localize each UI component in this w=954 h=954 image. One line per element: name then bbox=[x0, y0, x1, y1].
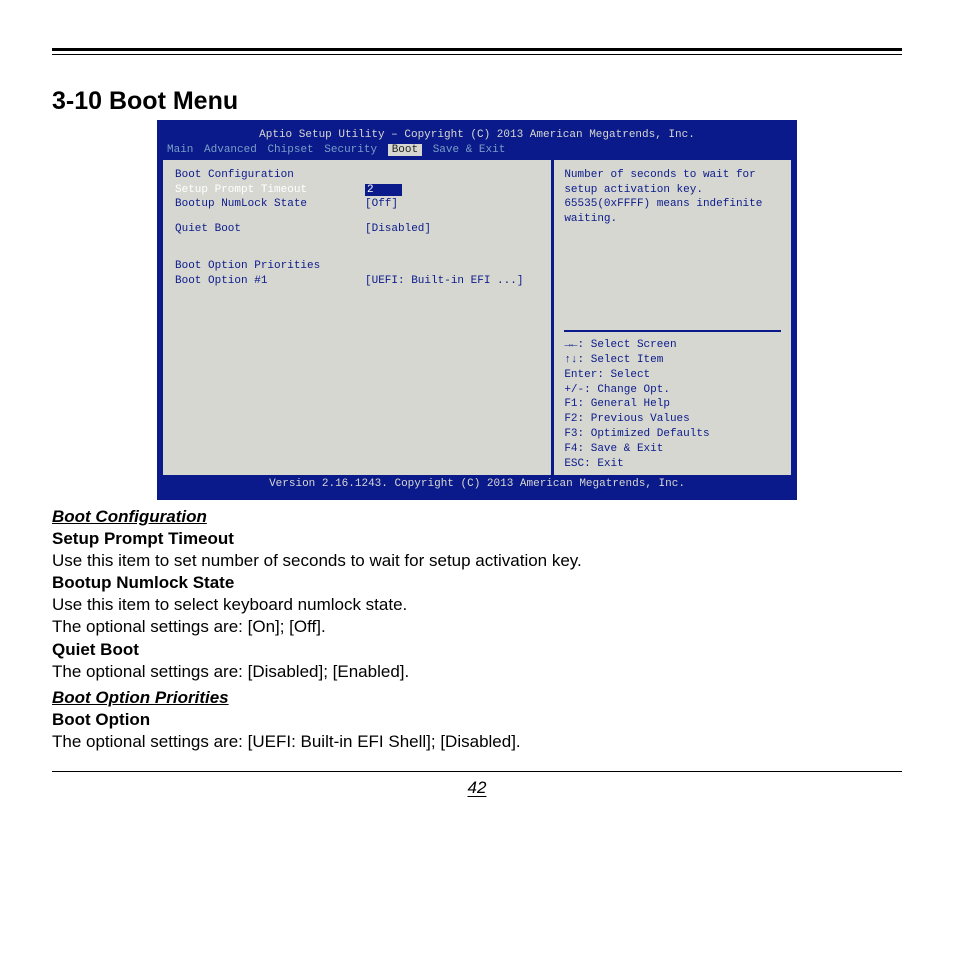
bios-menu-advanced[interactable]: Advanced bbox=[204, 144, 257, 156]
text-quiet-boot: The optional settings are: [Disabled]; [… bbox=[52, 661, 902, 683]
text-bootup-numlock-1: Use this item to select keyboard numlock… bbox=[52, 594, 902, 616]
bios-menu-chipset[interactable]: Chipset bbox=[267, 144, 313, 156]
bios-footer: Version 2.16.1243. Copyright (C) 2013 Am… bbox=[163, 475, 791, 494]
heading-setup-prompt-timeout: Setup Prompt Timeout bbox=[52, 528, 902, 550]
bios-value-quiet-boot: [Disabled] bbox=[365, 222, 431, 237]
bios-menu-main[interactable]: Main bbox=[167, 144, 193, 156]
bios-key-hint: ESC: Exit bbox=[564, 457, 781, 472]
bios-value-boot-option-1: [UEFI: Built-in EFI ...] bbox=[365, 274, 523, 289]
heading-bootup-numlock: Bootup Numlock State bbox=[52, 572, 902, 594]
bios-key-hint: →←: Select Screen bbox=[564, 338, 781, 353]
section-heading: 3-10 Boot Menu bbox=[52, 87, 902, 116]
bios-key-hint: F3: Optimized Defaults bbox=[564, 427, 781, 442]
top-rule bbox=[52, 48, 902, 55]
bios-menu-save-exit[interactable]: Save & Exit bbox=[433, 144, 506, 156]
text-setup-prompt-timeout: Use this item to set number of seconds t… bbox=[52, 550, 902, 572]
heading-boot-option-priorities: Boot Option Priorities bbox=[52, 687, 902, 709]
bios-menubar: Main Advanced Chipset Security Boot Save… bbox=[163, 143, 791, 160]
document-page: 3-10 Boot Menu Aptio Setup Utility – Cop… bbox=[0, 0, 954, 954]
bios-label-setup-prompt: Setup Prompt Timeout bbox=[175, 183, 365, 198]
bios-screenshot: Aptio Setup Utility – Copyright (C) 2013… bbox=[157, 120, 797, 500]
bios-label-boot-option-1: Boot Option #1 bbox=[175, 274, 365, 289]
text-boot-option: The optional settings are: [UEFI: Built-… bbox=[52, 731, 902, 753]
bios-value-setup-prompt: 2 bbox=[365, 183, 402, 198]
bios-key-hint: ↑↓: Select Item bbox=[564, 353, 781, 368]
bios-body: Boot Configuration Setup Prompt Timeout … bbox=[163, 160, 791, 480]
bios-key-hint: F2: Previous Values bbox=[564, 412, 781, 427]
bottom-rule bbox=[52, 771, 902, 772]
heading-quiet-boot: Quiet Boot bbox=[52, 639, 902, 661]
bios-row-setup-prompt[interactable]: Setup Prompt Timeout 2 bbox=[175, 183, 543, 198]
bios-key-hint: F1: General Help bbox=[564, 397, 781, 412]
bios-label-numlock: Bootup NumLock State bbox=[175, 197, 365, 212]
bios-label-quiet-boot: Quiet Boot bbox=[175, 222, 365, 237]
page-number: 42 bbox=[52, 778, 902, 798]
heading-boot-configuration: Boot Configuration bbox=[52, 506, 902, 528]
bios-title: Aptio Setup Utility – Copyright (C) 2013… bbox=[163, 126, 791, 143]
heading-boot-option: Boot Option bbox=[52, 709, 902, 731]
bios-row-numlock[interactable]: Bootup NumLock State [Off] bbox=[175, 197, 543, 212]
doc-body: Boot Configuration Setup Prompt Timeout … bbox=[52, 506, 902, 753]
bios-left-pane: Boot Configuration Setup Prompt Timeout … bbox=[163, 160, 551, 480]
bios-section-boot-config: Boot Configuration bbox=[175, 168, 365, 183]
bios-row-quiet-boot[interactable]: Quiet Boot [Disabled] bbox=[175, 222, 543, 237]
bios-menu-boot[interactable]: Boot bbox=[388, 144, 422, 156]
bios-row-boot-option-1[interactable]: Boot Option #1 [UEFI: Built-in EFI ...] bbox=[175, 274, 543, 289]
bios-section-boot-priorities: Boot Option Priorities bbox=[175, 259, 365, 274]
text-bootup-numlock-2: The optional settings are: [On]; [Off]. bbox=[52, 616, 902, 638]
bios-key-hint: F4: Save & Exit bbox=[564, 442, 781, 457]
bios-help-text: Number of seconds to wait for setup acti… bbox=[564, 168, 781, 268]
bios-value-numlock: [Off] bbox=[365, 197, 398, 212]
bios-right-pane: Number of seconds to wait for setup acti… bbox=[551, 160, 791, 480]
bios-key-hint: Enter: Select bbox=[564, 368, 781, 383]
bios-help-keys: →←: Select Screen ↑↓: Select Item Enter:… bbox=[564, 330, 781, 472]
bios-key-hint: +/-: Change Opt. bbox=[564, 383, 781, 398]
bios-menu-security[interactable]: Security bbox=[324, 144, 377, 156]
